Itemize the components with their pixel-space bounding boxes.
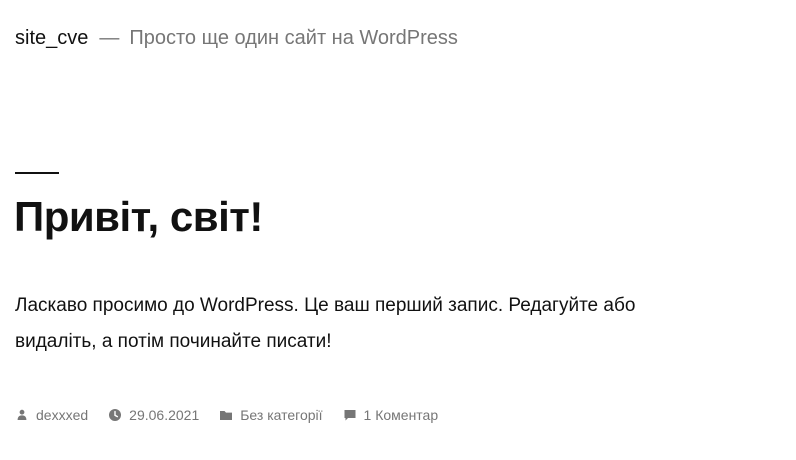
clock-icon bbox=[108, 408, 122, 422]
post-date: 29.06.2021 bbox=[108, 407, 199, 423]
site-title-link[interactable]: site_cve bbox=[15, 27, 88, 50]
post-comments: 1 Коментар bbox=[343, 407, 439, 423]
post-category: Без категорії bbox=[219, 407, 323, 423]
title-divider bbox=[15, 172, 59, 174]
post-author-link[interactable]: dexxxed bbox=[36, 407, 88, 423]
post-content: Ласкаво просимо до WordPress. Це ваш пер… bbox=[15, 295, 636, 352]
post-category-link[interactable]: Без категорії bbox=[240, 407, 322, 423]
post-author: dexxxed bbox=[15, 407, 88, 423]
post-comments-link[interactable]: 1 Коментар bbox=[364, 407, 439, 423]
header-separator: — bbox=[99, 27, 120, 49]
site-header: site_cve — Просто ще один сайт на WordPr… bbox=[15, 27, 458, 50]
folder-icon bbox=[219, 408, 233, 422]
comment-icon bbox=[343, 408, 357, 422]
post-date-link[interactable]: 29.06.2021 bbox=[129, 407, 199, 423]
post-meta: dexxxed 29.06.2021 Без категорії 1 Комен… bbox=[15, 407, 458, 423]
site-description: Просто ще один сайт на WordPress bbox=[129, 27, 458, 49]
person-icon bbox=[15, 408, 29, 422]
post-title: Привіт, світ! bbox=[14, 193, 263, 240]
